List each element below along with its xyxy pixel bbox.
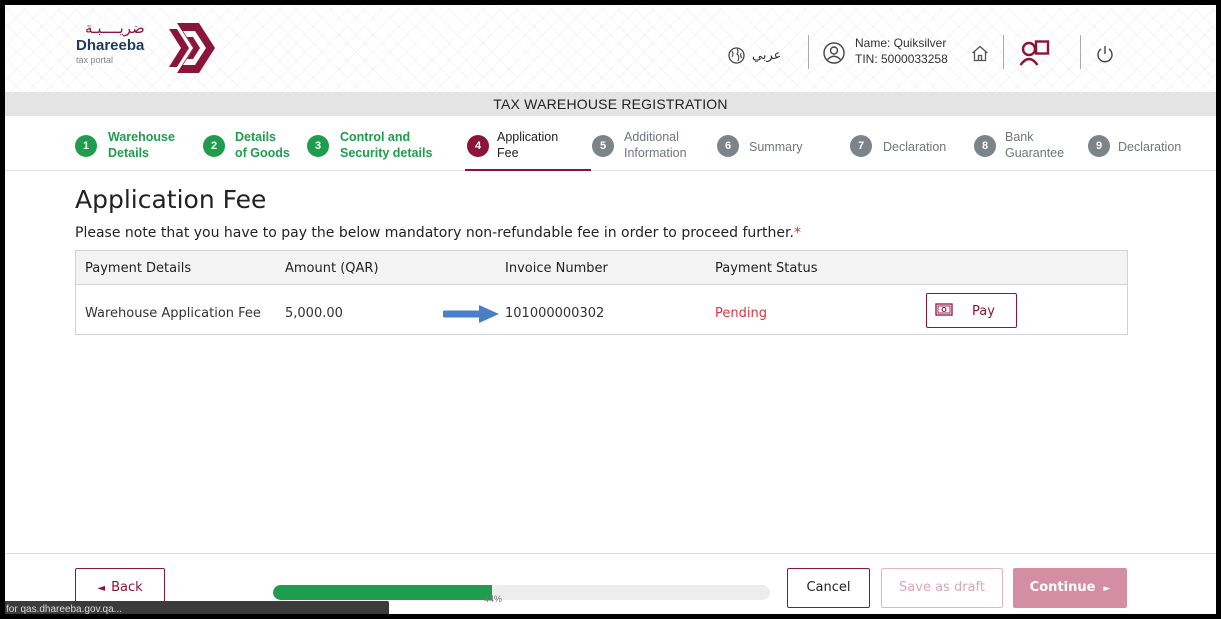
user-name: Name: Quiksilver <box>855 36 947 50</box>
step-label-line1: Bank <box>1005 130 1034 144</box>
step-label-line2: Details <box>108 146 149 160</box>
step-label-line2: Information <box>624 146 687 160</box>
cancel-button[interactable]: Cancel <box>787 568 870 608</box>
pay-button[interactable]: Pay <box>926 293 1017 328</box>
required-asterisk: * <box>793 225 801 241</box>
step-label-line1: Additional <box>624 130 679 144</box>
step-label-line1: Declaration <box>883 140 947 154</box>
logo-subtitle: tax portal <box>76 55 114 65</box>
step-number: 3 <box>307 135 329 157</box>
page-title: Application Fee <box>75 185 267 214</box>
column-header: Payment Status <box>715 261 818 276</box>
logo-mark-icon <box>169 23 215 73</box>
continue-button[interactable]: Continue ► <box>1013 568 1127 608</box>
user-tin: TIN: 5000033258 <box>855 52 948 66</box>
continue-button-label: Continue <box>1029 580 1096 595</box>
back-button-label: Back <box>111 580 143 595</box>
step-number: 4 <box>467 135 489 157</box>
step-label-line1: Details <box>235 130 276 144</box>
step-label-line1: Application <box>497 130 559 144</box>
users-icon[interactable] <box>1019 40 1051 66</box>
logo-arabic-text: ضريــــبـة <box>85 19 145 37</box>
fee-note: Please note that you have to pay the bel… <box>75 225 801 241</box>
column-header: Amount (QAR) <box>285 261 379 276</box>
step-number: 9 <box>1088 135 1110 157</box>
step-number: 6 <box>717 135 739 157</box>
column-header: Invoice Number <box>505 261 608 276</box>
step-number: 5 <box>592 135 614 157</box>
fee-note-text: Please note that you have to pay the bel… <box>75 225 794 241</box>
column-header: Payment Details <box>85 261 192 276</box>
progress-fill <box>273 585 492 600</box>
header-divider <box>808 35 809 69</box>
step-label-line2: Security details <box>340 146 433 160</box>
header-divider <box>1080 35 1081 69</box>
dhareeba-logo[interactable]: ضريــــبـة Dhareeba tax portal <box>71 19 221 81</box>
amount-cell: 5,000.00 <box>285 306 343 321</box>
step-label-line2: Fee <box>497 146 519 160</box>
page-section-title: TAX WAREHOUSE REGISTRATION <box>5 92 1216 116</box>
payment-details-cell: Warehouse Application Fee <box>85 306 261 321</box>
active-step-underline <box>465 169 591 171</box>
step-label-line1: Control and <box>340 130 411 144</box>
progress-percent: 44% <box>484 594 503 604</box>
logo-name: Dhareeba <box>76 37 145 54</box>
globe-icon[interactable] <box>728 47 745 64</box>
step-label-line1: Warehouse <box>108 130 175 144</box>
step-label-line2: of Goods <box>235 146 290 160</box>
browser-status-bar: for qas.dhareeba.gov.qa... <box>5 601 389 614</box>
step-number: 1 <box>75 135 97 157</box>
save-draft-button[interactable]: Save as draft <box>881 568 1003 608</box>
user-circle-icon <box>823 42 845 64</box>
header-divider <box>1003 35 1004 69</box>
header: ضريــــبـة Dhareeba tax portal عربي Name… <box>5 5 1216 92</box>
continue-arrow-icon: ► <box>1103 584 1111 594</box>
home-icon[interactable] <box>971 45 989 62</box>
language-toggle[interactable]: عربي <box>752 48 781 63</box>
progress-bar <box>273 585 770 600</box>
arrow-right-icon <box>443 305 499 323</box>
step-label-line2: Guarantee <box>1005 146 1065 160</box>
payment-table: Payment Details Amount (QAR) Invoice Num… <box>75 250 1128 335</box>
pay-button-label: Pay <box>972 304 995 319</box>
app-window: ضريــــبـة Dhareeba tax portal عربي Name… <box>5 5 1216 614</box>
step-number: 8 <box>974 135 996 157</box>
step-number: 7 <box>850 135 872 157</box>
step-number: 2 <box>203 135 225 157</box>
back-arrow-icon: ◄ <box>97 583 106 594</box>
registration-stepper: 1 Warehouse Details 2 Details of Goods 3… <box>5 116 1216 171</box>
invoice-number-cell: 101000000302 <box>505 306 605 321</box>
power-icon[interactable] <box>1096 45 1114 63</box>
step-label-line1: Summary <box>749 140 803 154</box>
step-label-line1: Declaration <box>1118 140 1182 154</box>
cash-icon <box>935 303 953 316</box>
table-header: Payment Details Amount (QAR) Invoice Num… <box>76 251 1127 285</box>
payment-status-cell: Pending <box>715 306 767 321</box>
